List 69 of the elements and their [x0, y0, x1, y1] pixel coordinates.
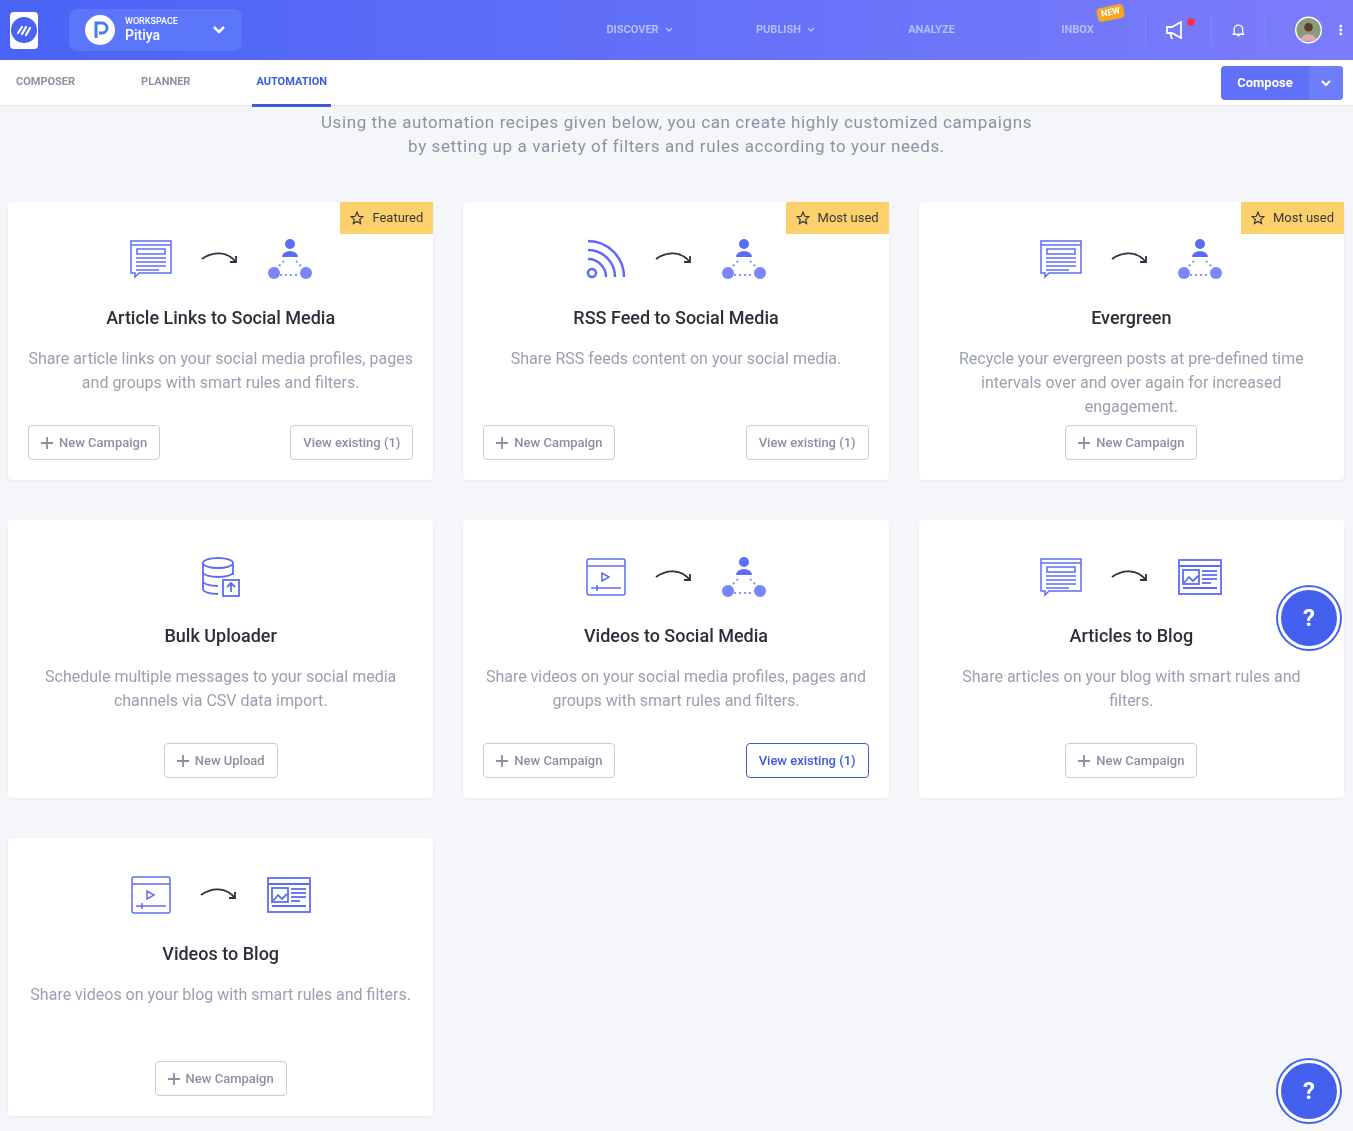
star-icon: [1250, 210, 1265, 225]
help-button[interactable]: ?: [1278, 1060, 1340, 1122]
workspace-label: WORKSPACE: [125, 15, 178, 27]
plus-icon: [176, 754, 189, 767]
video-player-icon: [129, 875, 172, 915]
card-title: Bulk Uploader: [164, 624, 277, 648]
new-campaign-button[interactable]: New Campaign: [483, 425, 616, 460]
card-title: Videos to Social Media: [583, 624, 769, 648]
nav-link[interactable]: INBOX: [1061, 21, 1094, 39]
nav-link[interactable]: PUBLISH: [756, 21, 816, 39]
people-network-icon: [721, 556, 767, 598]
card-description: Share RSS feeds content on your social media.: [510, 348, 842, 370]
card-description: Recycle your evergreen posts at pre-defined time intervals over and over again for increased engagement.: [957, 348, 1305, 418]
workspace-logo-icon: [85, 15, 115, 45]
rss-icon: [585, 238, 627, 280]
chevron-down-icon: [1320, 78, 1332, 87]
plus-icon: [167, 1072, 180, 1085]
people-network-icon: [266, 238, 313, 280]
plus-icon: [1078, 436, 1091, 449]
card-description: Share article links on your social media profiles, pages and groups with smart rules and filters.: [28, 348, 414, 394]
card-description: Share videos on your blog with smart rules and filters.: [30, 984, 411, 1006]
tab[interactable]: PLANNER: [141, 59, 191, 106]
card-title: Videos to Blog: [162, 942, 280, 966]
compose-button[interactable]: Compose: [1221, 65, 1343, 100]
article-icon: [1039, 239, 1084, 279]
card-description: Share videos on your social media profiles, pages and groups with smart rules and filters.: [484, 666, 868, 712]
plus-icon: [41, 436, 53, 449]
card-description: Share articles on your blog with smart rules and filters.: [961, 666, 1302, 712]
card-title: Articles to Blog: [1069, 624, 1194, 648]
view-existing-button[interactable]: View existing (1): [745, 743, 869, 778]
intro-text: by setting up a variety of filters and rules according to your needs.: [408, 135, 945, 158]
people-network-icon: [721, 238, 767, 280]
nav-link[interactable]: DISCOVER: [606, 21, 673, 39]
new-badge: NEW: [1096, 3, 1126, 22]
new-campaign-button[interactable]: New Campaign: [483, 743, 616, 778]
new-campaign-button[interactable]: New Upload: [163, 743, 278, 778]
more-options-icon[interactable]: [1339, 22, 1343, 38]
app-logo[interactable]: [10, 11, 38, 49]
workspace-switcher[interactable]: WORKSPACE Pitiya: [69, 9, 242, 51]
video-player-icon: [585, 557, 627, 597]
star-icon: [795, 210, 810, 225]
new-campaign-button[interactable]: New Campaign: [1065, 425, 1198, 460]
blog-page-icon: [265, 876, 312, 914]
new-campaign-button[interactable]: New Campaign: [28, 425, 161, 460]
tab[interactable]: COMPOSER: [16, 59, 76, 106]
card-title: Evergreen: [1091, 306, 1172, 330]
nav-link[interactable]: ANALYZE: [908, 21, 955, 39]
view-existing-button[interactable]: View existing (1): [290, 425, 414, 460]
workspace-name: Pitiya: [125, 26, 162, 45]
article-icon: [128, 239, 173, 279]
new-campaign-button[interactable]: New Campaign: [1065, 743, 1198, 778]
blog-page-icon: [1177, 558, 1224, 596]
article-icon: [1039, 557, 1084, 597]
card-description: Schedule multiple messages to your social media channels via CSV data import.: [44, 666, 398, 712]
database-upload-icon: [200, 556, 241, 598]
plus-icon: [496, 436, 509, 449]
card-title: RSS Feed to Social Media: [573, 306, 779, 330]
card-title: Article Links to Social Media: [106, 306, 336, 330]
new-campaign-button[interactable]: New Campaign: [154, 1061, 287, 1096]
intro-text: Using the automation recipes given below, you can create highly customized campaigns: [320, 111, 1033, 134]
view-existing-button[interactable]: View existing (1): [745, 425, 869, 460]
featured-badge: Most used: [1240, 202, 1344, 234]
plus-icon: [1078, 754, 1091, 767]
people-network-icon: [1177, 238, 1224, 280]
featured-badge: Featured: [340, 202, 434, 234]
plus-icon: [496, 754, 509, 767]
featured-badge: Most used: [785, 202, 889, 234]
star-icon: [350, 210, 365, 225]
chevron-down-icon: [211, 25, 226, 35]
